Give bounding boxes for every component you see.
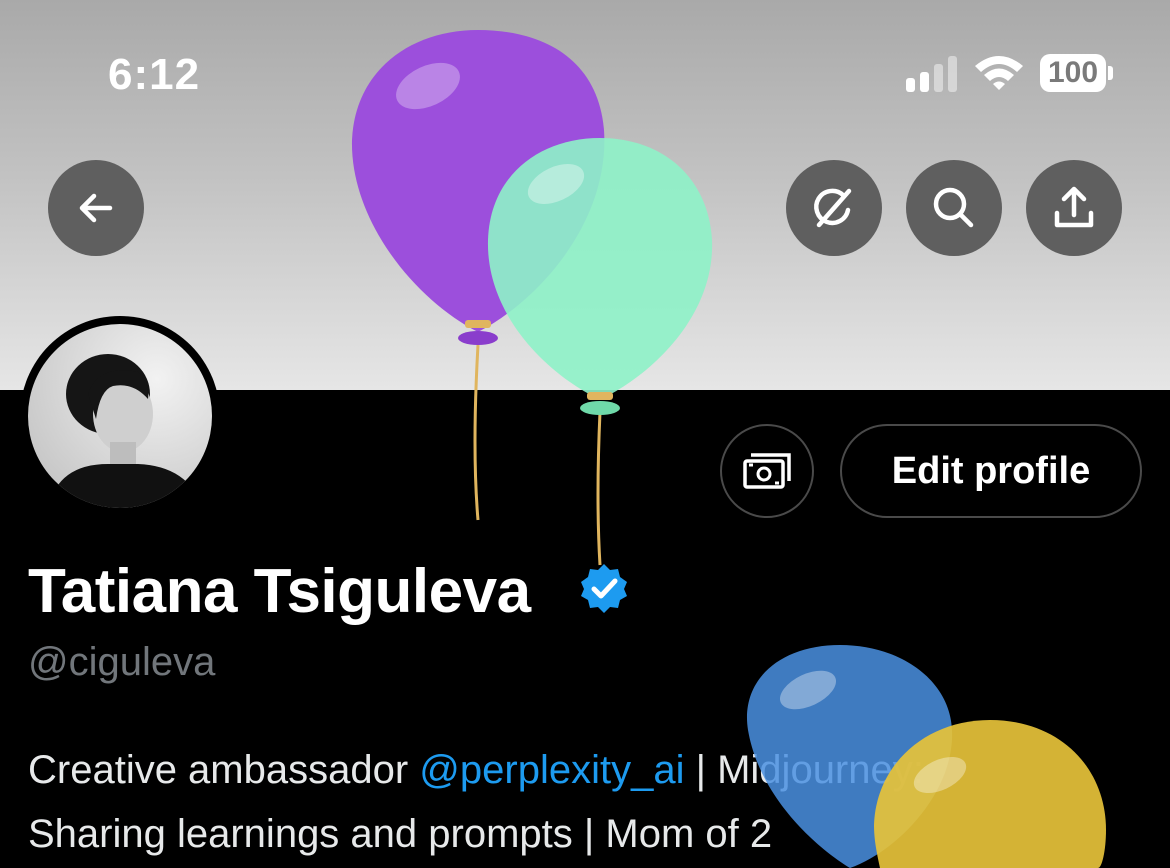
search-button[interactable] [906, 160, 1002, 256]
money-icon [743, 453, 791, 489]
cellular-signal-icon [906, 56, 958, 92]
avatar-photo [28, 324, 212, 508]
edit-profile-button[interactable]: Edit profile [840, 424, 1142, 518]
bio-line-2: Sharing learnings and prompts | Mom of 2 [28, 812, 773, 856]
grok-icon [814, 188, 852, 228]
bio-mention-link[interactable]: @perplexity_ai [419, 748, 684, 792]
back-button[interactable] [48, 160, 144, 256]
tip-button[interactable] [720, 424, 814, 518]
profile-bio: Creative ambassador @perplexity_ai | Mid… [28, 738, 1148, 866]
profile-avatar[interactable] [20, 316, 220, 516]
battery-indicator: 100 [1040, 54, 1106, 92]
grok-button[interactable] [786, 160, 882, 256]
arrow-left-icon [79, 193, 113, 223]
bio-text-continued: | Midjourney: [684, 748, 924, 792]
search-icon [933, 187, 974, 228]
profile-name: Tatiana Tsiguleva [28, 557, 531, 626]
verified-badge-icon [581, 564, 627, 613]
share-button[interactable] [1026, 160, 1122, 256]
share-icon [1054, 186, 1094, 228]
status-time: 6:12 [108, 50, 201, 99]
battery-tip [1108, 66, 1113, 80]
wifi-icon [975, 56, 1023, 90]
bio-text: Creative ambassador [28, 748, 420, 792]
profile-handle: @ciguleva [28, 640, 216, 684]
